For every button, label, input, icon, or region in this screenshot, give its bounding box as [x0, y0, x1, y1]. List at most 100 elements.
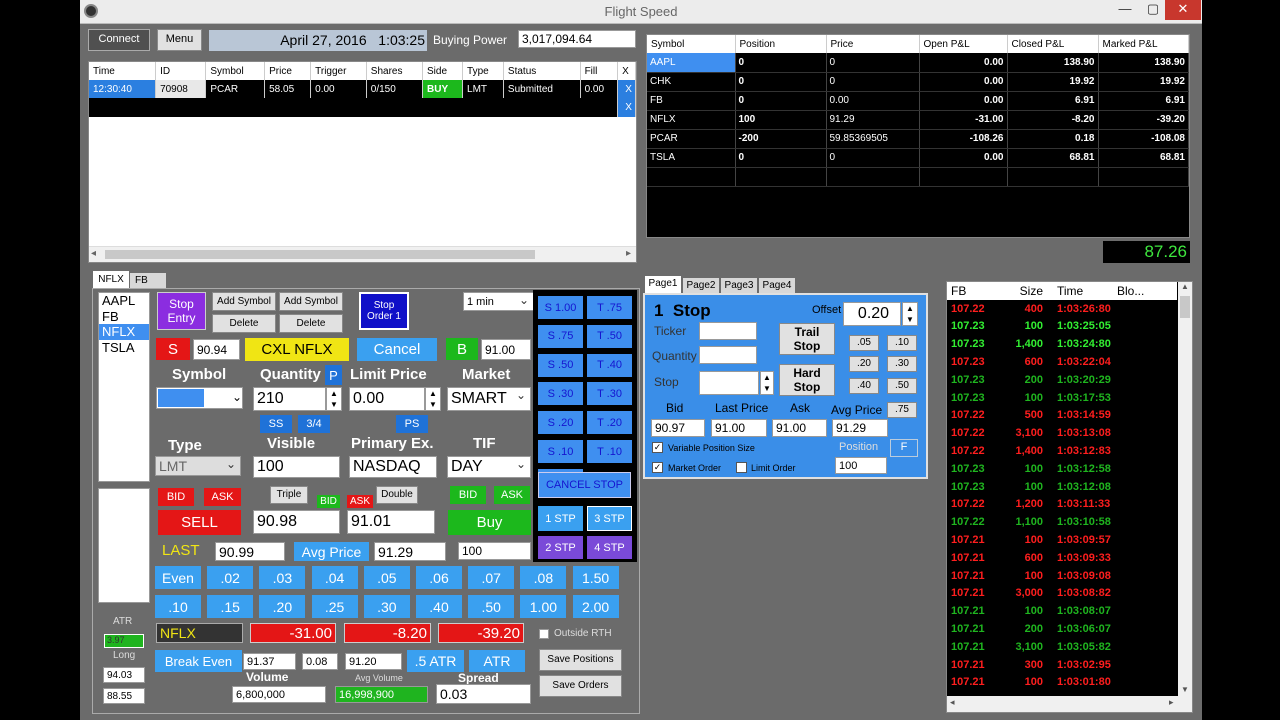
increment-even-button[interactable]: Even: [155, 566, 201, 589]
increment-05-button[interactable]: .05: [363, 566, 410, 589]
stop-s-5-button[interactable]: S .10: [538, 440, 583, 463]
triple-button[interactable]: Triple: [270, 486, 308, 504]
orders-scrollbar[interactable]: ◂ ▸: [89, 246, 636, 262]
target-t-0-button[interactable]: T .75: [587, 296, 632, 319]
remove-order-button[interactable]: X: [617, 80, 636, 98]
primary-ex-input[interactable]: NASDAQ: [349, 456, 437, 478]
position-row[interactable]: AAPL 0 0 0.00 138.90 138.90: [647, 53, 1189, 73]
sell-limit-input[interactable]: 90.98: [253, 510, 340, 534]
symbol-item[interactable]: AAPL: [99, 293, 149, 309]
buy-price-input[interactable]: 91.00: [481, 339, 531, 360]
stop-s-3-button[interactable]: S .30: [538, 382, 583, 406]
three-quarter-button[interactable]: 3/4: [298, 415, 330, 433]
offset-input[interactable]: 0.20: [843, 302, 901, 326]
sell-bid-button[interactable]: BID: [158, 488, 194, 506]
cancel-stop-button[interactable]: CANCEL STOP: [538, 472, 631, 498]
increment-07-button[interactable]: .07: [468, 566, 515, 589]
delete-button[interactable]: Delete: [212, 314, 276, 333]
buy-bid-button[interactable]: BID: [450, 486, 486, 504]
buy-ask-button[interactable]: ASK: [494, 486, 530, 504]
buy-b-button[interactable]: B: [446, 338, 478, 360]
f-button[interactable]: F: [890, 439, 918, 457]
add-symbol-button-2[interactable]: Add Symbol: [279, 292, 343, 311]
target-t-4-button[interactable]: T .20: [587, 411, 632, 435]
limit-price-input[interactable]: 0.00: [349, 387, 425, 411]
increment-15-button[interactable]: .15: [207, 595, 254, 618]
increment-40-button[interactable]: .40: [416, 595, 462, 618]
delete-button-2[interactable]: Delete: [279, 314, 343, 333]
tab-page4[interactable]: Page4: [759, 278, 795, 293]
tab-nflx[interactable]: NFLX: [93, 271, 129, 288]
offset-stepper[interactable]: ▲ ▼: [902, 302, 918, 326]
maximize-button[interactable]: ▢: [1140, 0, 1166, 20]
stp1-button[interactable]: 1 STP: [538, 506, 583, 531]
half-atr-button[interactable]: .5 ATR: [407, 650, 464, 672]
type-select[interactable]: LMT: [155, 456, 241, 476]
increment-25-button[interactable]: .25: [311, 595, 358, 618]
tab-page2[interactable]: Page2: [683, 278, 719, 293]
quantity-input-p1[interactable]: [699, 346, 757, 364]
minimize-button[interactable]: —: [1112, 0, 1138, 20]
increment-20-button[interactable]: .20: [259, 595, 306, 618]
break-even-button[interactable]: Break Even: [155, 650, 242, 672]
stop-entry-button[interactable]: Stop Entry: [157, 292, 206, 330]
tape-vscroll[interactable]: ▲ ▼: [1178, 282, 1192, 696]
cancel-symbol-button[interactable]: CXL NFLX: [245, 338, 349, 361]
ps-button[interactable]: PS: [396, 415, 428, 433]
stp4-button[interactable]: 4 STP: [587, 536, 632, 559]
position-row[interactable]: FB 0 0.00 0.00 6.91 6.91: [647, 91, 1189, 111]
trail-stop-button[interactable]: Trail Stop: [779, 323, 835, 355]
offset-preset-button[interactable]: .05: [849, 335, 879, 351]
add-symbol-button[interactable]: Add Symbol: [212, 292, 276, 311]
hard-stop-button[interactable]: Hard Stop: [779, 364, 835, 396]
increment-03-button[interactable]: .03: [259, 566, 306, 589]
ticker-input[interactable]: [699, 322, 757, 340]
target-t-3-button[interactable]: T .30: [587, 382, 632, 406]
symbol-item[interactable]: FB: [99, 309, 149, 325]
stop-input[interactable]: [699, 371, 759, 395]
order-row[interactable]: 12:30:40 70908 PCAR 58.05 0.00 0/150 BUY LMT Sub…: [89, 80, 636, 98]
offset-preset-button[interactable]: .50: [887, 378, 917, 394]
increment-08-button[interactable]: .08: [520, 566, 567, 589]
offset-preset-button[interactable]: .10: [887, 335, 917, 351]
remove-blank-button[interactable]: X: [617, 98, 636, 117]
sell-price-input[interactable]: 90.94: [193, 339, 240, 360]
stop-s-4-button[interactable]: S .20: [538, 411, 583, 435]
variable-size-checkbox[interactable]: ✓: [652, 442, 663, 453]
connect-button[interactable]: Connect: [88, 29, 150, 51]
position-row[interactable]: TSLA 0 0 0.00 68.81 68.81: [647, 148, 1189, 168]
buy-button[interactable]: Buy: [448, 510, 531, 535]
limit-price-stepper[interactable]: ▲ ▼: [425, 387, 441, 411]
sell-s-button[interactable]: S: [156, 338, 190, 360]
timeframe-select[interactable]: 1 min: [463, 292, 534, 311]
save-positions-button[interactable]: Save Positions: [539, 649, 622, 671]
increment-04-button[interactable]: .04: [311, 566, 358, 589]
market-select[interactable]: SMART: [447, 387, 531, 411]
save-orders-button[interactable]: Save Orders: [539, 675, 622, 697]
increment-10-button[interactable]: .10: [155, 595, 201, 618]
visible-input[interactable]: 100: [253, 456, 340, 478]
stop-s-2-button[interactable]: S .50: [538, 353, 583, 377]
increment-30-button[interactable]: .30: [363, 595, 410, 618]
buy-limit-input[interactable]: 91.01: [347, 510, 435, 534]
increment-200-button[interactable]: 2.00: [572, 595, 619, 618]
menu-button[interactable]: Menu: [157, 29, 202, 51]
offset-preset-button[interactable]: .20: [849, 356, 879, 372]
tab-page3[interactable]: Page3: [721, 278, 757, 293]
increment-100-button[interactable]: 1.00: [520, 595, 567, 618]
target-t-2-button[interactable]: T .40: [587, 353, 632, 377]
increment-150-button[interactable]: 1.50: [572, 566, 619, 589]
tape-hscroll[interactable]: ◂ ▸: [947, 696, 1192, 712]
symbol-item[interactable]: TSLA: [99, 340, 149, 356]
position-row[interactable]: CHK 0 0 0.00 19.92 19.92: [647, 72, 1189, 92]
market-order-checkbox[interactable]: ✓: [652, 462, 663, 473]
symbol-select[interactable]: NFLX: [156, 387, 243, 409]
offset-preset-button[interactable]: .75: [887, 402, 917, 418]
position-row[interactable]: NFLX 100 91.29 -31.00 -8.20 -39.20: [647, 110, 1189, 130]
stop-order-button[interactable]: Stop Order 1: [359, 292, 409, 330]
offset-preset-button[interactable]: .30: [887, 356, 917, 372]
stop-s-0-button[interactable]: S 1.00: [538, 296, 583, 319]
sell-button[interactable]: SELL: [158, 510, 241, 535]
position-row[interactable]: PCAR -200 59.85369505 -108.26 0.18 -108.08: [647, 129, 1189, 149]
close-button[interactable]: ✕: [1165, 0, 1201, 20]
